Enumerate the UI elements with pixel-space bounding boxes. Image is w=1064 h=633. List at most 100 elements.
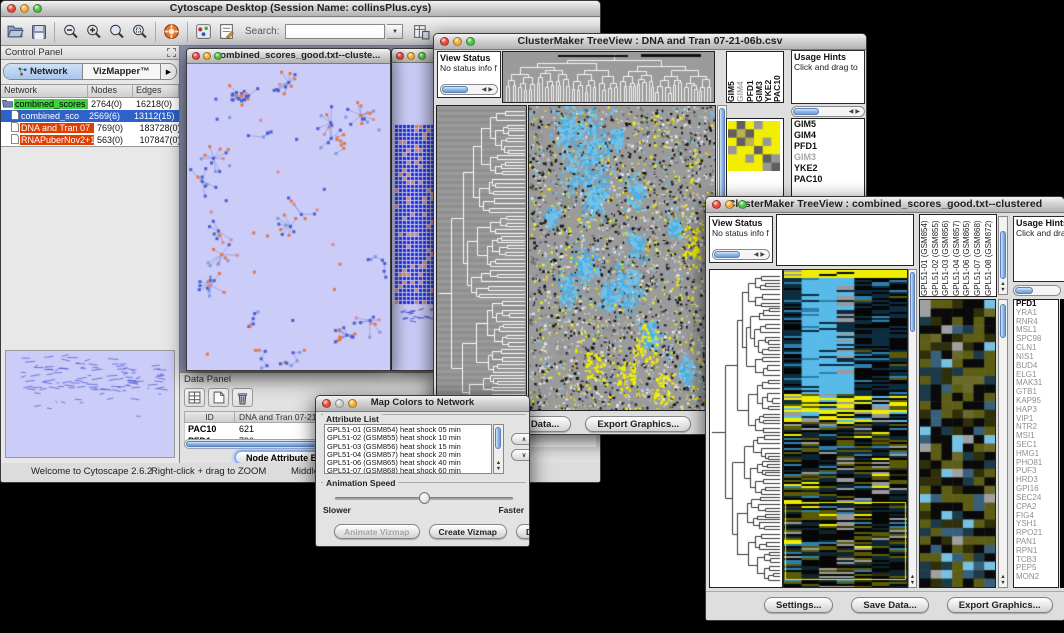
scroll-arrows-icon[interactable]: ◀▶ bbox=[754, 251, 767, 258]
tab-vizmapper[interactable]: VizMapper™ bbox=[83, 64, 161, 79]
open-file-icon[interactable] bbox=[5, 21, 26, 42]
network-row[interactable]: combined_sco2569(6)13112(15) bbox=[1, 110, 179, 122]
export-graphics-button[interactable]: Export Graphics... bbox=[585, 416, 691, 432]
gene-row[interactable]: PFD1 bbox=[792, 141, 864, 152]
scroll-thumb[interactable] bbox=[442, 86, 468, 93]
zoom-window-icon[interactable] bbox=[738, 200, 747, 209]
col-id[interactable]: ID bbox=[185, 412, 235, 422]
scroll-thumb[interactable] bbox=[1000, 231, 1006, 279]
close-icon[interactable] bbox=[712, 200, 721, 209]
attribute-list-vscrollbar[interactable]: ▲▼ bbox=[493, 424, 504, 474]
heatmap-vscrollbar[interactable]: ▲▼ bbox=[908, 269, 917, 588]
top-dendrogram-canvas[interactable] bbox=[503, 52, 714, 102]
minimize-icon[interactable] bbox=[407, 52, 415, 60]
usage-hints-hscrollbar[interactable] bbox=[1013, 285, 1061, 296]
col-network[interactable]: Network bbox=[1, 85, 88, 97]
attribute-item[interactable]: GPL51-07 (GSM868) heat shock 60 min bbox=[325, 466, 491, 474]
create-vizmap-button[interactable]: Create Vizmap bbox=[429, 524, 507, 539]
move-up-button[interactable]: ∧ bbox=[511, 433, 530, 445]
network-canvas[interactable] bbox=[187, 64, 390, 371]
dialog-titlebar[interactable]: Map Colors to Network bbox=[316, 396, 529, 412]
gene-row[interactable]: GIM3 bbox=[792, 152, 864, 163]
scroll-thumb[interactable] bbox=[1000, 304, 1006, 338]
zoom-window-icon[interactable] bbox=[33, 4, 42, 13]
view-status-hscrollbar[interactable]: ◀▶ bbox=[440, 84, 498, 95]
minimize-icon[interactable] bbox=[335, 399, 344, 408]
scroll-arrows-icon[interactable]: ◀▶ bbox=[849, 108, 862, 115]
zoom-window-icon[interactable] bbox=[466, 37, 475, 46]
col-nodes[interactable]: Nodes bbox=[88, 85, 133, 97]
network2-titlebar[interactable] bbox=[392, 49, 436, 63]
scroll-thumb[interactable] bbox=[1015, 287, 1033, 294]
help-icon[interactable] bbox=[161, 21, 182, 42]
zoom-selected-icon[interactable] bbox=[129, 21, 150, 42]
attribute-item[interactable]: GPL51-02 (GSM855) heat shock 10 min bbox=[325, 433, 491, 441]
move-down-button[interactable]: ∨ bbox=[511, 449, 530, 461]
zoom-window-icon[interactable] bbox=[418, 52, 426, 60]
close-icon[interactable] bbox=[192, 52, 200, 60]
zoom-fit-icon[interactable] bbox=[106, 21, 127, 42]
treeview1-titlebar[interactable]: ClusterMaker TreeView : DNA and Tran 07-… bbox=[434, 34, 866, 50]
scroll-thumb[interactable] bbox=[910, 272, 915, 332]
column-labels-vscrollbar[interactable]: ▲▼ bbox=[998, 216, 1008, 295]
tab-network[interactable]: Network bbox=[4, 64, 83, 79]
network-overview-thumbnail[interactable] bbox=[5, 350, 175, 458]
slider-thumb[interactable] bbox=[419, 492, 430, 504]
save-file-icon[interactable] bbox=[28, 21, 49, 42]
expression-heatmap-canvas[interactable] bbox=[784, 270, 907, 587]
close-icon[interactable] bbox=[440, 37, 449, 46]
gene-row[interactable]: MON2 bbox=[1014, 573, 1058, 582]
zoom-window-icon[interactable] bbox=[214, 52, 222, 60]
scroll-arrows-icon[interactable]: ◀▶ bbox=[482, 86, 495, 93]
gene-dendrogram-canvas[interactable] bbox=[710, 270, 782, 587]
annotation-icon[interactable] bbox=[216, 21, 237, 42]
scroll-arrows-icon[interactable]: ▲▼ bbox=[494, 460, 503, 472]
network1-titlebar[interactable]: combined_scores_good.txt--cluste... bbox=[187, 49, 390, 64]
gene-row[interactable]: GIM4 bbox=[792, 130, 864, 141]
expression-detail-canvas[interactable] bbox=[920, 300, 995, 587]
animation-speed-slider[interactable] bbox=[335, 497, 513, 500]
scroll-thumb[interactable] bbox=[714, 251, 740, 258]
network-row[interactable]: DNA and Tran 07769(0)183728(0) bbox=[1, 122, 179, 134]
scroll-arrows-icon[interactable]: ▲▼ bbox=[999, 574, 1007, 586]
dense-network-canvas[interactable] bbox=[392, 63, 436, 371]
main-titlebar[interactable]: Cytoscape Desktop (Session Name: collins… bbox=[1, 1, 600, 17]
select-attributes-icon[interactable] bbox=[184, 388, 205, 407]
export-graphics-button[interactable]: Export Graphics... bbox=[947, 597, 1053, 613]
gene-dendrogram-canvas[interactable] bbox=[437, 106, 526, 410]
animate-vizmap-button[interactable]: Animate Vizmap bbox=[334, 524, 420, 539]
float-panel-icon[interactable] bbox=[167, 48, 176, 57]
minimize-icon[interactable] bbox=[203, 52, 211, 60]
search-input[interactable] bbox=[285, 24, 385, 39]
zoom-window-icon[interactable] bbox=[348, 399, 357, 408]
scroll-thumb[interactable] bbox=[793, 108, 819, 115]
detail-vscrollbar[interactable]: ▲▼ bbox=[998, 299, 1008, 588]
new-attribute-icon[interactable] bbox=[208, 388, 229, 407]
delete-attribute-icon[interactable] bbox=[232, 388, 253, 407]
zoom-out-icon[interactable] bbox=[60, 21, 81, 42]
gene-row[interactable]: YKE2 bbox=[792, 163, 864, 174]
filter-table-icon[interactable] bbox=[411, 21, 432, 42]
save-data-button[interactable]: Save Data... bbox=[851, 597, 928, 613]
settings-button[interactable]: Settings... bbox=[764, 597, 833, 613]
scroll-arrows-icon[interactable]: ▲▼ bbox=[909, 574, 916, 586]
view-status-hscrollbar[interactable]: ◀▶ bbox=[712, 249, 770, 260]
minimize-icon[interactable] bbox=[725, 200, 734, 209]
scroll-arrows-icon[interactable]: ▲▼ bbox=[999, 281, 1007, 293]
scroll-thumb[interactable] bbox=[495, 427, 501, 449]
vizmapper-icon[interactable] bbox=[193, 21, 214, 42]
minimize-icon[interactable] bbox=[20, 4, 29, 13]
done-button[interactable]: Done bbox=[516, 524, 530, 539]
close-icon[interactable] bbox=[7, 4, 16, 13]
correlation-matrix-canvas[interactable] bbox=[728, 121, 780, 171]
close-icon[interactable] bbox=[396, 52, 404, 60]
close-icon[interactable] bbox=[322, 399, 331, 408]
minimize-icon[interactable] bbox=[453, 37, 462, 46]
col-edges[interactable]: Edges bbox=[133, 85, 179, 97]
gene-row[interactable]: GIM5 bbox=[792, 119, 864, 130]
tab-overflow-icon[interactable]: ▶ bbox=[160, 64, 176, 79]
attribute-item[interactable]: GPL51-03 (GSM856) heat shock 15 min bbox=[325, 442, 491, 450]
zoom-in-icon[interactable] bbox=[83, 21, 104, 42]
gene-row[interactable]: PAC10 bbox=[792, 174, 864, 185]
network-row[interactable]: RNAPuberNov2+1563(0)107847(0) bbox=[1, 134, 179, 146]
